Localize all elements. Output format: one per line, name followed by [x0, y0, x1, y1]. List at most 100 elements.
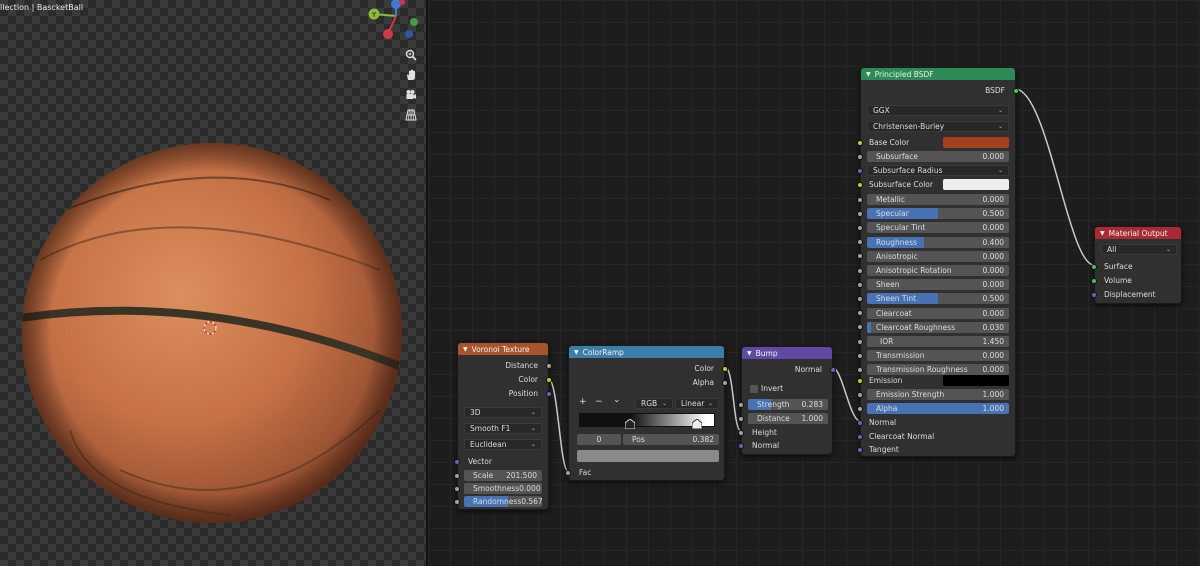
param-field-anisotropic[interactable]: Anisotropic 0.000 — [867, 250, 1009, 262]
param-field-clearcoat-roughness[interactable]: Clearcoat Roughness 0.030 — [867, 321, 1009, 333]
subsurface-field[interactable]: Subsurface 0.000 — [867, 151, 1009, 162]
distribution-dropdown[interactable]: GGX ⌄ — [867, 105, 1009, 116]
add-stop-button[interactable]: + — [579, 397, 587, 407]
param-field-specular[interactable]: Specular 0.500 — [867, 208, 1009, 220]
subsurface-method-dropdown[interactable]: Christensen-Burley ⌄ — [867, 121, 1009, 132]
voronoi-node-header[interactable]: ▼ Voronoi Texture — [458, 343, 548, 355]
input-volume-socket[interactable] — [1091, 277, 1097, 284]
param-field-roughness[interactable]: Roughness 0.400 — [867, 236, 1009, 248]
collapse-triangle-icon[interactable]: ▼ — [866, 71, 871, 78]
output-position-socket[interactable] — [546, 390, 552, 397]
material-output-header[interactable]: ▼ Material Output — [1095, 227, 1181, 239]
emission-strength-field[interactable]: Emission Strength 1.000 — [867, 389, 1009, 400]
colorramp-node[interactable]: ▼ ColorRamp Color Alpha + − ⌄ RGB ⌄ Linea… — [565, 345, 728, 481]
ramp-stop-black-handle[interactable] — [625, 419, 635, 429]
dimension-dropdown[interactable]: 3D ⌄ — [464, 407, 542, 418]
distance-metric-dropdown[interactable]: Euclidean ⌄ — [464, 439, 542, 450]
ramp-menu-button[interactable]: ⌄ — [613, 395, 621, 405]
input-socket-clearcoat-roughness[interactable] — [857, 324, 863, 331]
input-fac-socket[interactable] — [565, 469, 571, 476]
input-socket-anisotropic[interactable] — [857, 253, 863, 260]
collapse-triangle-icon[interactable]: ▼ — [747, 350, 752, 357]
smoothness-field[interactable]: Smoothness 0.000 — [464, 483, 542, 494]
remove-stop-button[interactable]: − — [595, 397, 603, 407]
input-socket-anisotropic-rotation[interactable] — [857, 267, 863, 274]
collapse-triangle-icon[interactable]: ▼ — [574, 349, 579, 356]
input-vector-socket[interactable] — [454, 458, 460, 465]
param-field-sheen-tint[interactable]: Sheen Tint 0.500 — [867, 293, 1009, 305]
interpolation-dropdown[interactable]: Linear ⌄ — [675, 398, 719, 409]
distance-field[interactable]: Distance 1.000 — [748, 413, 828, 424]
input-subsurface-color-socket[interactable] — [857, 181, 863, 188]
param-field-ior[interactable]: IOR 1.450 — [867, 336, 1009, 347]
collapse-triangle-icon[interactable]: ▼ — [463, 346, 468, 353]
output-distance-socket[interactable] — [546, 362, 552, 369]
input-socket-metallic[interactable] — [857, 196, 863, 203]
3d-viewport[interactable]: llection | BascketBall Y — [0, 0, 426, 566]
output-alpha-socket[interactable] — [722, 379, 728, 386]
input-base-color-socket[interactable] — [857, 139, 863, 146]
input-normal-socket[interactable] — [857, 419, 863, 426]
output-color-socket[interactable] — [546, 376, 552, 383]
param-field-transmission-roughness[interactable]: Transmission Roughness 0.000 — [867, 364, 1009, 376]
input-strength-socket[interactable] — [738, 401, 744, 408]
input-clearcoat-normal-socket[interactable] — [857, 433, 863, 440]
input-socket-sheen-tint[interactable] — [857, 295, 863, 302]
param-field-transmission[interactable]: Transmission 0.000 — [867, 350, 1009, 362]
alpha-field[interactable]: Alpha 1.000 — [867, 403, 1009, 414]
bump-node[interactable]: ▼ Bump Normal Invert Strength 0.283 Dista… — [738, 346, 836, 455]
input-subsurface-radius-socket[interactable] — [857, 167, 863, 174]
input-displacement-socket[interactable] — [1091, 291, 1097, 298]
bump-node-header[interactable]: ▼ Bump — [742, 347, 832, 359]
input-subsurface-socket[interactable] — [857, 153, 863, 160]
grid-icon[interactable] — [402, 107, 420, 123]
param-field-anisotropic-rotation[interactable]: Anisotropic Rotation 0.000 — [867, 265, 1009, 276]
param-field-metallic[interactable]: Metallic 0.000 — [867, 194, 1009, 205]
shader-node-editor[interactable]: ▼ Voronoi Texture Distance Color Positio… — [428, 0, 1200, 566]
principled-bsdf-node[interactable]: ▼ Principled BSDF BSDF GGX ⌄ Christensen-… — [857, 67, 1019, 457]
active-stop-index-field[interactable]: 0 — [577, 434, 621, 445]
input-emission-socket[interactable] — [857, 377, 863, 384]
invert-checkbox[interactable] — [750, 385, 758, 393]
input-scale-socket[interactable] — [454, 472, 460, 479]
collapse-triangle-icon[interactable]: ▼ — [1100, 230, 1105, 237]
hand-pan-icon[interactable] — [402, 67, 420, 83]
param-field-sheen[interactable]: Sheen 0.000 — [867, 279, 1009, 291]
stop-color-swatch[interactable] — [577, 450, 719, 462]
input-socket-roughness[interactable] — [857, 239, 863, 246]
input-socket-sheen[interactable] — [857, 281, 863, 288]
param-field-specular-tint[interactable]: Specular Tint 0.000 — [867, 222, 1009, 234]
input-tangent-socket[interactable] — [857, 446, 863, 453]
subsurface-color-swatch[interactable] — [943, 179, 1009, 190]
emission-color-swatch[interactable] — [943, 375, 1009, 386]
input-normal-socket[interactable] — [738, 442, 744, 449]
camera-icon[interactable] — [402, 87, 420, 103]
input-height-socket[interactable] — [738, 429, 744, 436]
input-randomness-socket[interactable] — [454, 498, 460, 505]
navigation-gizmo[interactable]: Y — [364, 0, 424, 44]
input-socket-ior[interactable] — [857, 338, 863, 345]
ramp-stop-white-handle[interactable] — [692, 419, 702, 429]
color-mode-dropdown[interactable]: RGB ⌄ — [635, 398, 673, 409]
scale-field[interactable]: Scale 201.500 — [464, 470, 542, 481]
input-smoothness-socket[interactable] — [454, 485, 460, 492]
input-socket-transmission[interactable] — [857, 352, 863, 359]
strength-field[interactable]: Strength 0.283 — [748, 399, 828, 410]
material-output-node[interactable]: ▼ Material Output All ⌄ Surface Volume Di… — [1091, 226, 1182, 304]
input-surface-socket[interactable] — [1091, 263, 1097, 270]
feature-dropdown[interactable]: Smooth F1 ⌄ — [464, 423, 542, 434]
input-socket-specular[interactable] — [857, 210, 863, 217]
subsurface-radius-dropdown[interactable]: Subsurface Radius ⌄ — [867, 165, 1009, 176]
colorramp-node-header[interactable]: ▼ ColorRamp — [569, 346, 724, 358]
zoom-icon[interactable] — [402, 47, 420, 63]
output-bsdf-socket[interactable] — [1013, 87, 1019, 94]
randomness-field[interactable]: Randomness 0.567 — [464, 496, 542, 507]
input-distance-socket[interactable] — [738, 415, 744, 422]
stop-position-field[interactable]: Pos 0.382 — [623, 434, 719, 445]
input-socket-specular-tint[interactable] — [857, 224, 863, 231]
input-alpha-socket[interactable] — [857, 405, 863, 412]
param-field-clearcoat[interactable]: Clearcoat 0.000 — [867, 307, 1009, 319]
output-color-socket[interactable] — [722, 365, 728, 372]
input-socket-clearcoat[interactable] — [857, 310, 863, 317]
render-target-dropdown[interactable]: All ⌄ — [1101, 244, 1177, 255]
